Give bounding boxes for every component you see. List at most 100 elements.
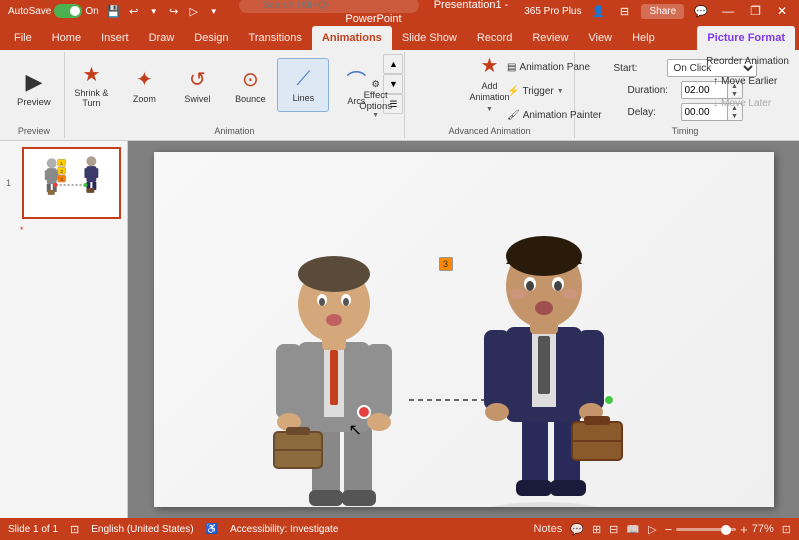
lines-label: Lines — [293, 93, 315, 103]
add-animation-arrow: ▼ — [486, 106, 493, 113]
close-button[interactable]: ✕ — [773, 3, 791, 19]
tab-file[interactable]: File — [4, 26, 42, 50]
status-bar: Slide 1 of 1 ⊡ English (United States) ♿… — [0, 518, 799, 540]
zoom-slider[interactable] — [676, 528, 736, 531]
autosave-label: AutoSave — [8, 6, 51, 17]
animation-group: ★ Shrink & Turn ✦ Zoom ↺ Swivel ⊙ Bounce… — [65, 52, 405, 138]
status-right: Notes 💬 ⊞ ⊟ 📖 ▷ − + 77% ⊡ — [534, 522, 792, 537]
normal-view-btn[interactable]: ⊞ — [592, 523, 601, 536]
swivel-icon: ↺ — [189, 67, 206, 92]
maximize-button[interactable]: ❐ — [746, 3, 765, 19]
zoom-label: Zoom — [133, 94, 156, 104]
effect-options-text: Effect — [364, 90, 388, 101]
animation-painter-icon: 🖌 — [507, 110, 520, 121]
notes-button[interactable]: Notes — [534, 523, 563, 535]
autosave-toggle[interactable] — [54, 4, 82, 18]
zoom-icon: ✦ — [136, 67, 153, 92]
timing-group-label: Timing — [575, 126, 795, 136]
customize-icon[interactable]: ▼ — [205, 2, 223, 20]
tab-design[interactable]: Design — [184, 26, 238, 50]
reading-view-btn[interactable]: 📖 — [626, 523, 640, 536]
save-icon[interactable]: 💾 — [105, 2, 123, 20]
present-icon[interactable]: ▷ — [185, 2, 203, 20]
move-later-btn[interactable]: ↓ Move Later — [706, 92, 789, 114]
tab-review[interactable]: Review — [522, 26, 578, 50]
move-later-icon: ↓ — [713, 98, 718, 109]
bounce-label: Bounce — [235, 94, 266, 104]
slide-panel: 1 — [0, 141, 128, 518]
effect-options-btn[interactable]: ⚙ Effect Options ▼ — [353, 76, 398, 122]
animation-group-label: Animation — [65, 126, 404, 136]
accessibility-icon: ♿ — [206, 524, 218, 535]
slide-canvas: 1 2 3 ↖ — [154, 152, 774, 507]
undo-icon[interactable]: ↩ — [125, 2, 143, 20]
anim-scroll-up[interactable]: ▲ — [383, 54, 403, 74]
tab-transitions[interactable]: Transitions — [239, 26, 312, 50]
zoom-out-btn[interactable]: − — [665, 522, 673, 537]
effect-options-label[interactable]: ⚙ Effect Options ▼ — [353, 76, 398, 122]
person2-svg[interactable] — [464, 212, 624, 507]
preview-icon: ▶ — [25, 69, 42, 95]
redo-icon[interactable]: ↪ — [165, 2, 183, 20]
zoom-control: − + 77% — [665, 522, 774, 537]
slide-thumbnail-img: 1 2 3 — [22, 147, 121, 219]
svg-text:2: 2 — [60, 169, 63, 175]
fit-slide-btn[interactable]: ⊡ — [782, 523, 791, 536]
effect-options-text2: Options — [359, 101, 392, 112]
tab-slideshow[interactable]: Slide Show — [392, 26, 467, 50]
search-input[interactable] — [239, 0, 419, 13]
slide-show-btn[interactable]: ▷ — [648, 523, 656, 536]
tab-view[interactable]: View — [578, 26, 622, 50]
move-earlier-label: Move Earlier — [721, 76, 777, 87]
move-earlier-icon: ↑ — [713, 76, 718, 87]
anim-lines[interactable]: ⟋ Lines — [277, 58, 329, 112]
duration-label: Duration: — [628, 85, 678, 96]
slide-sorter-btn[interactable]: ⊟ — [609, 523, 618, 536]
slide-thumb-1[interactable]: 1 — [4, 145, 123, 221]
ribbon-display-icon[interactable]: ⊟ — [615, 2, 633, 20]
preview-button[interactable]: ▶ Preview — [10, 59, 58, 117]
zoom-in-btn[interactable]: + — [740, 522, 748, 537]
comments-status-btn[interactable]: 💬 — [570, 523, 584, 536]
effect-options-arrow: ▼ — [372, 112, 379, 119]
tab-draw[interactable]: Draw — [139, 26, 185, 50]
delay-label: Delay: — [628, 107, 678, 118]
tab-help[interactable]: Help — [622, 26, 665, 50]
zoom-level[interactable]: 77% — [752, 523, 774, 535]
slide-info-icon: ⊡ — [70, 523, 79, 536]
tab-animations[interactable]: Animations — [312, 26, 392, 50]
tab-home[interactable]: Home — [42, 26, 91, 50]
share-button[interactable]: Share — [641, 4, 684, 19]
anim-swivel[interactable]: ↺ Swivel — [171, 58, 223, 112]
profile-icon[interactable]: 👤 — [589, 2, 607, 20]
undo-dropdown-icon[interactable]: ▼ — [145, 2, 163, 20]
lines-icon: ⟋ — [296, 68, 310, 91]
person1-svg[interactable] — [254, 232, 414, 507]
anim-bounce[interactable]: ⊙ Bounce — [224, 58, 276, 112]
reorder-label: Reorder Animation — [706, 56, 789, 67]
language-label: English (United States) — [91, 524, 193, 535]
preview-group: ▶ Preview Preview — [4, 52, 65, 138]
title-bar-left: AutoSave On 💾 ↩ ▼ ↪ ▷ ▼ — [8, 2, 223, 20]
preview-group-content: ▶ Preview — [10, 54, 58, 136]
minimize-button[interactable]: — — [718, 3, 738, 19]
trigger-icon: ⚡ — [507, 86, 519, 97]
swivel-label: Swivel — [184, 94, 210, 104]
slide-info: Slide 1 of 1 — [8, 524, 58, 535]
move-earlier-btn[interactable]: ↑ Move Earlier — [706, 70, 789, 92]
canvas-area[interactable]: 1 2 3 ↖ — [128, 141, 799, 518]
tab-picture-format[interactable]: Picture Format — [697, 26, 795, 50]
anim-shrink-turn[interactable]: ★ Shrink & Turn — [65, 58, 117, 112]
slide-number: 1 — [6, 178, 18, 188]
tab-insert[interactable]: Insert — [91, 26, 139, 50]
autosave-knob — [70, 6, 80, 16]
user-label: 365 Pro Plus — [524, 6, 581, 17]
add-animation-icon: ★ — [481, 53, 499, 78]
accessibility-label: Accessibility: Investigate — [230, 524, 338, 535]
tab-record[interactable]: Record — [467, 26, 522, 50]
title-bar-right: 365 Pro Plus 👤 ⊟ Share 💬 — ❐ ✕ — [524, 2, 791, 20]
effect-options-icon: ⚙ — [371, 79, 380, 90]
anim-zoom[interactable]: ✦ Zoom — [118, 58, 170, 112]
comments-icon[interactable]: 💬 — [692, 2, 710, 20]
trigger-arrow: ▼ — [557, 88, 564, 95]
